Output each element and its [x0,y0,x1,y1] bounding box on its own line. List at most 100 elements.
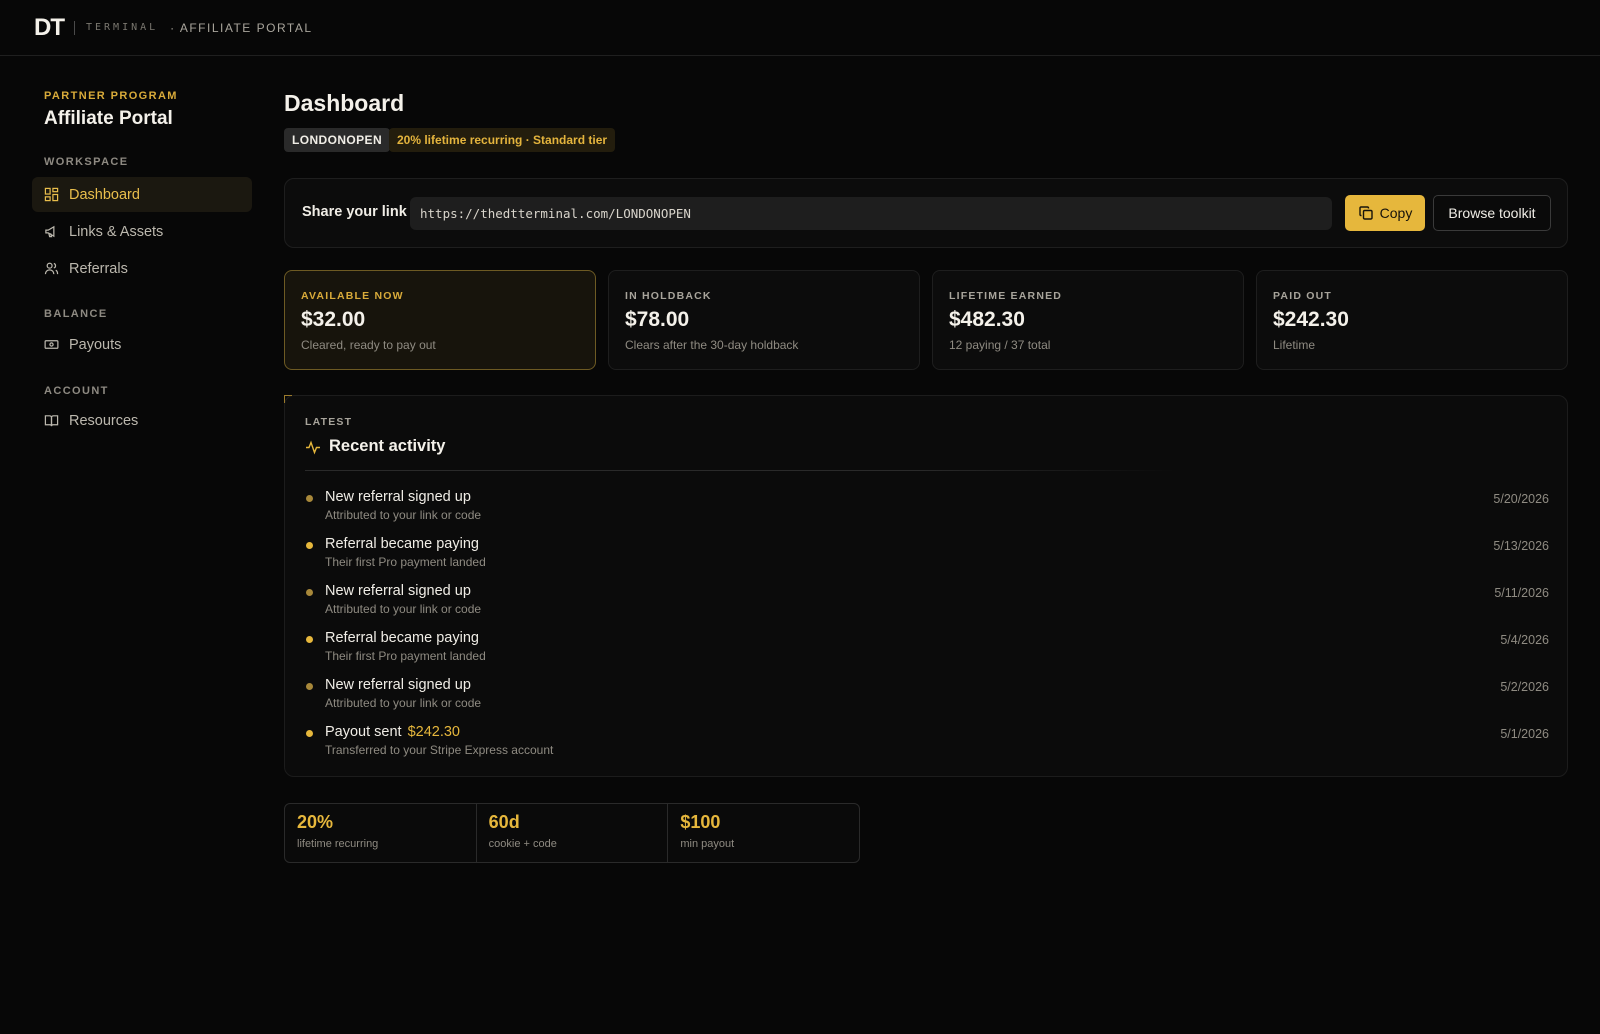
stat-label: PAID OUT [1273,290,1332,302]
logo[interactable]: DT [34,14,65,42]
activity-date: 5/2/2026 [1500,680,1549,694]
referral-code-badge: LONDONOPEN [284,128,391,152]
stat-in-holdback: IN HOLDBACK $78.00 Clears after the 30-d… [608,270,920,370]
stat-available-now: AVAILABLE NOW $32.00 Cleared, ready to p… [284,270,596,370]
browse-toolkit-button[interactable]: Browse toolkit [1433,195,1551,231]
activity-date: 5/4/2026 [1500,633,1549,647]
activity-line: New referral signed up [325,583,471,599]
activity-line: Referral became paying [325,630,479,646]
stat-value: $482.30 [949,308,1025,331]
status-dot [306,636,313,643]
sidebar-item-label: Dashboard [69,186,140,203]
portal-title: · AFFILIATE PORTAL [170,20,313,35]
activity-title: Payout sent [325,724,402,740]
activity-date: 5/11/2026 [1494,586,1549,600]
status-dot [306,495,313,502]
page-title: Dashboard [284,90,405,116]
program-terms: 20% lifetime recurring 60d cookie + code… [284,803,860,863]
divider [305,470,1175,471]
activity-line: New referral signed up [325,677,471,693]
top-bar: DT TERMINAL · AFFILIATE PORTAL [0,0,1600,56]
sidebar-item-referrals[interactable]: Referrals [32,251,252,286]
sidebar-item-label: Referrals [69,260,128,277]
activity-title: Referral became paying [325,630,479,646]
copy-button[interactable]: Copy [1345,195,1425,231]
activity-item: New referral signed up Attributed to you… [305,677,1549,717]
term-cookie: 60d cookie + code [477,804,669,862]
activity-title: New referral signed up [325,583,471,599]
corner-accent [284,395,292,403]
sidebar-item-resources[interactable]: Resources [32,403,252,438]
stat-label: IN HOLDBACK [625,290,712,302]
stat-sub: Lifetime [1273,338,1316,352]
activity-sub: Their first Pro payment landed [325,649,486,663]
activity-title: New referral signed up [325,489,471,505]
stat-lifetime-earned: LIFETIME EARNED $482.30 12 paying / 37 t… [932,270,1244,370]
share-link-input[interactable] [410,197,1332,230]
sidebar-item-payouts[interactable]: Payouts [32,327,252,362]
sidebar-item-dashboard[interactable]: Dashboard [32,177,252,212]
term-value: 60d [488,812,520,832]
tier-badge: 20% lifetime recurring · Standard tier [389,128,616,152]
stat-value: $78.00 [625,308,690,331]
activity-line: Payout sent $242.30 [325,724,460,740]
sidebar-item-links[interactable]: Links & Assets [32,214,252,249]
payout-amount: $242.30 [407,724,460,740]
banknote-icon [44,337,59,352]
copy-icon [1358,206,1373,220]
section-workspace: WORKSPACE [44,156,129,168]
status-dot [306,683,313,690]
activity-item: Referral became paying Their first Pro p… [305,630,1549,670]
section-account: ACCOUNT [44,385,109,397]
activity-date: 5/13/2026 [1493,539,1549,553]
status-dot [306,730,313,737]
activity-item: Referral became paying Their first Pro p… [305,536,1549,576]
term-value: 20% [297,812,334,832]
activity-title: Referral became paying [325,536,479,552]
stat-sub: Clears after the 30-day holdback [625,338,799,352]
stat-sub: 12 paying / 37 total [949,338,1051,352]
stat-value: $242.30 [1273,308,1349,331]
activity-item: Payout sent $242.30 Transferred to your S… [305,724,1549,764]
stat-label: AVAILABLE NOW [301,290,404,302]
activity-title-text: Recent activity [329,437,446,455]
term-min-payout: $100 min payout [668,804,859,862]
status-dot [306,589,313,596]
sidebar-item-label: Resources [69,412,139,429]
stat-sub: Cleared, ready to pay out [301,338,436,352]
status-dot [306,542,313,549]
stat-paid-out: PAID OUT $242.30 Lifetime [1256,270,1568,370]
book-icon [44,413,59,428]
term-label: lifetime recurring [297,838,379,850]
sidebar-item-label: Links & Assets [69,223,164,240]
activity-sub: Attributed to your link or code [325,602,482,616]
term-commission: 20% lifetime recurring [285,804,477,862]
term-label: cookie + code [488,838,557,850]
sidebar-title: Affiliate Portal [44,108,173,129]
section-balance: BALANCE [44,308,108,320]
megaphone-icon [44,224,59,239]
term-value: $100 [680,812,721,832]
pulse-icon [306,440,320,454]
share-label: Share your link [302,204,407,220]
activity-item: New referral signed up Attributed to you… [305,489,1549,529]
activity-line: Referral became paying [325,536,479,552]
term-label: min payout [680,838,735,850]
activity-item: New referral signed up Attributed to you… [305,583,1549,623]
stat-label: LIFETIME EARNED [949,290,1063,302]
activity-title: New referral signed up [325,677,471,693]
activity-date: 5/1/2026 [1500,727,1549,741]
activity-line: New referral signed up [325,489,471,505]
users-icon [44,261,59,276]
grid-icon [44,187,59,202]
program-eyebrow: PARTNER PROGRAM [44,90,178,102]
activity-sub: Their first Pro payment landed [325,555,486,569]
activity-date: 5/20/2026 [1493,492,1549,506]
copy-label: Copy [1379,205,1413,221]
logo-divider [74,20,75,35]
activity-sub: Attributed to your link or code [325,508,482,522]
sidebar-item-label: Payouts [69,336,122,353]
recent-activity-card: LATEST Recent activity New referral sign… [284,395,1568,777]
stat-value: $32.00 [301,308,366,331]
activity-eyebrow: LATEST [305,416,353,428]
